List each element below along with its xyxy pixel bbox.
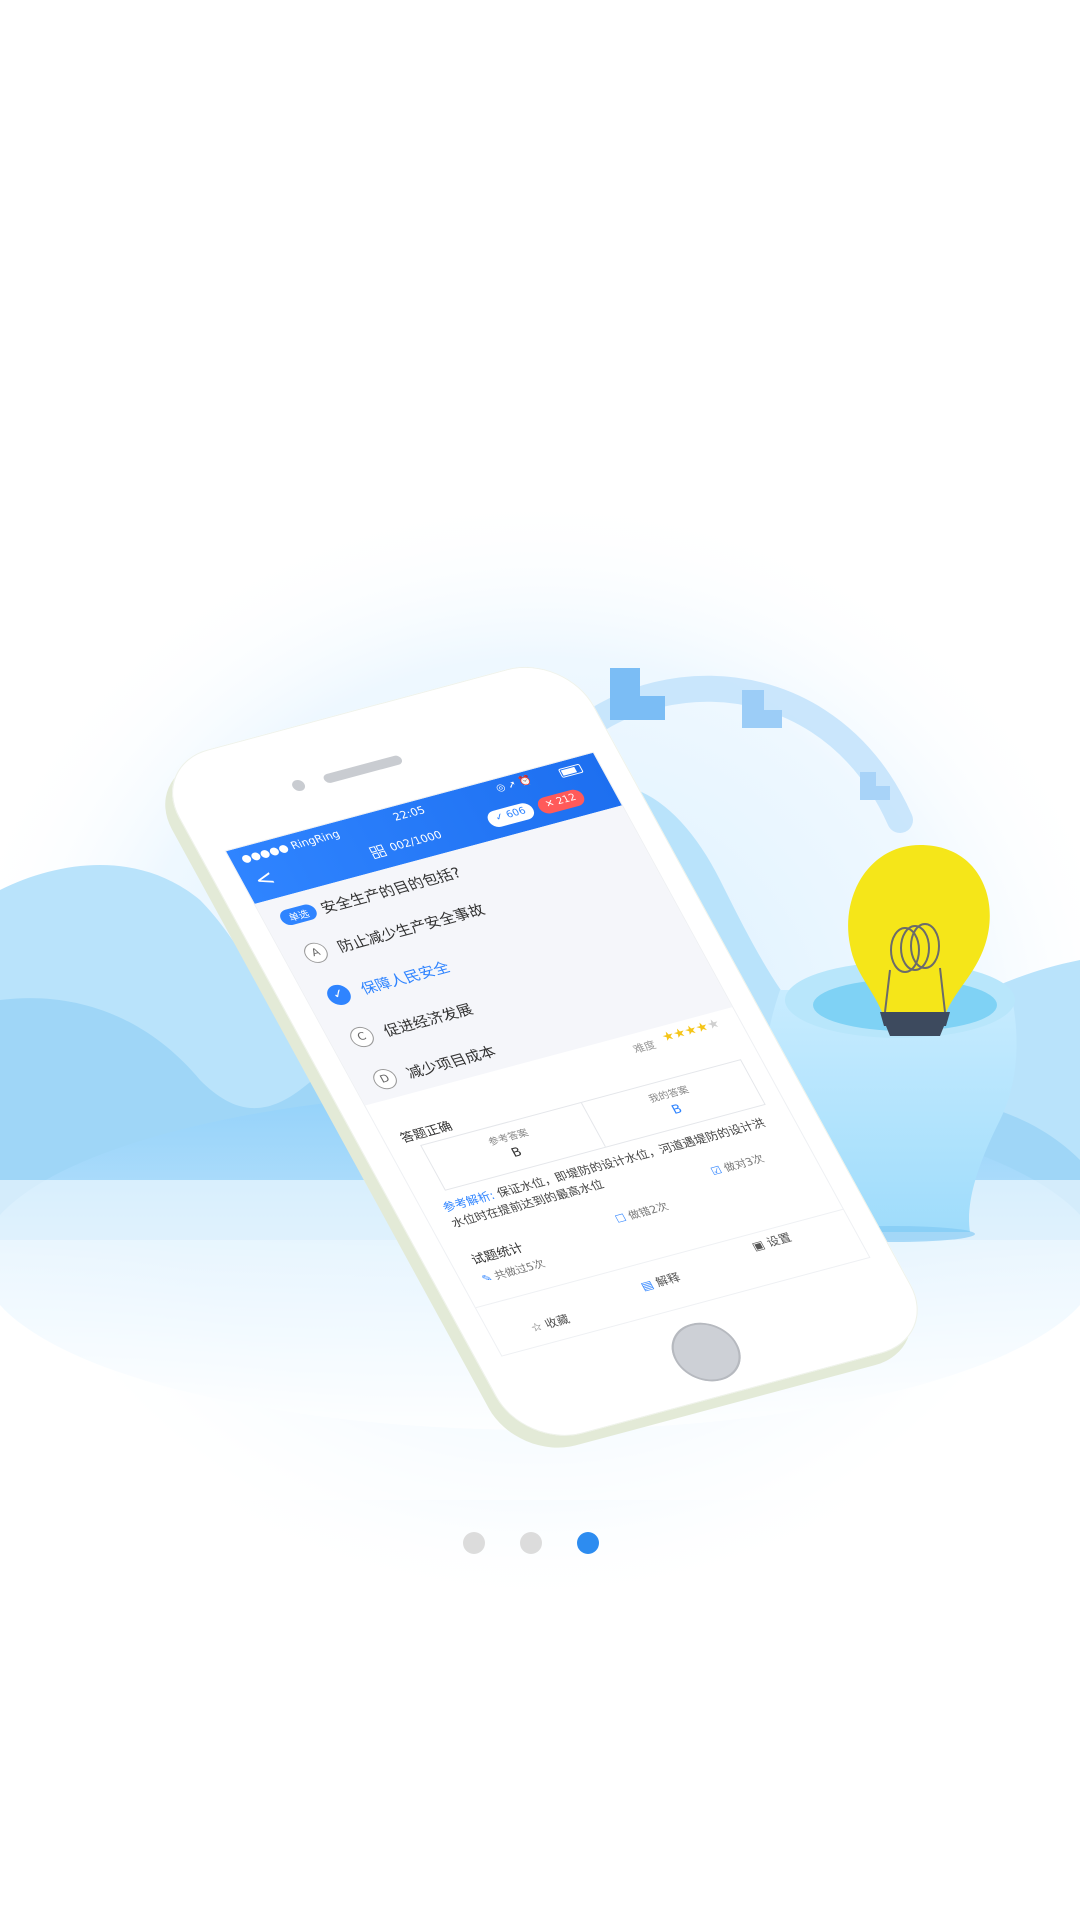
- wrong-count-badge: ✕ 212: [534, 787, 588, 816]
- carrier-label: ●●●●● RingRing: [238, 827, 343, 866]
- question-type-badge: 单选: [276, 902, 320, 927]
- option-letter: C: [346, 1024, 378, 1050]
- bottom-tabbar: ☆ 收藏 ▤ 解释 ▣ 设置: [475, 1208, 870, 1357]
- difficulty-label: 难度: [630, 1038, 659, 1056]
- page-indicator: [0, 1532, 1080, 1556]
- front-camera: [289, 778, 308, 793]
- stat-wrong: ☐ 做错2次: [612, 1199, 671, 1227]
- option-text: 减少项目成本: [403, 1042, 500, 1082]
- phone-body: ●●●●● RingRing 22:05 ◎ ➚ ⏰ < 002/1000 ✓ …: [150, 653, 940, 1450]
- page-dot-1[interactable]: [463, 1532, 485, 1554]
- phone-screen: ●●●●● RingRing 22:05 ◎ ➚ ⏰ < 002/1000 ✓ …: [224, 751, 871, 1357]
- status-time: 22:05: [390, 803, 428, 824]
- option-letter: D: [369, 1066, 401, 1092]
- page-dot-2[interactable]: [520, 1532, 542, 1554]
- option-text: 促进经济发展: [380, 1000, 476, 1040]
- home-button[interactable]: [659, 1315, 753, 1389]
- correct-count-badge: ✓ 606: [484, 801, 538, 829]
- battery-icon: [557, 763, 584, 779]
- tab-explain[interactable]: ▤ 解释: [637, 1269, 683, 1294]
- status-icons: ◎ ➚ ⏰: [494, 775, 535, 795]
- question-progress: 002/1000: [387, 828, 445, 854]
- grid-icon[interactable]: [368, 844, 388, 860]
- tab-favorite[interactable]: ☆ 收藏: [527, 1311, 572, 1336]
- phone-mockup: ●●●●● RingRing 22:05 ◎ ➚ ⏰ < 002/1000 ✓ …: [143, 653, 940, 1461]
- tab-favorite-label: 收藏: [542, 1312, 573, 1331]
- tab-settings[interactable]: ▣ 设置: [748, 1229, 794, 1254]
- tab-settings-label: 设置: [764, 1230, 794, 1250]
- phone-mockup-wrapper: ●●●●● RingRing 22:05 ◎ ➚ ⏰ < 002/1000 ✓ …: [0, 0, 1080, 1920]
- back-button[interactable]: <: [250, 866, 280, 893]
- option-text: 保障人民安全: [357, 958, 453, 998]
- check-icon: ✓: [323, 982, 355, 1008]
- earpiece-speaker: [321, 754, 404, 785]
- option-letter: A: [300, 940, 332, 966]
- tab-explain-label: 解释: [652, 1270, 683, 1290]
- page-dot-3-active[interactable]: [577, 1532, 599, 1554]
- stat-wrong-text: 做错2次: [625, 1200, 671, 1223]
